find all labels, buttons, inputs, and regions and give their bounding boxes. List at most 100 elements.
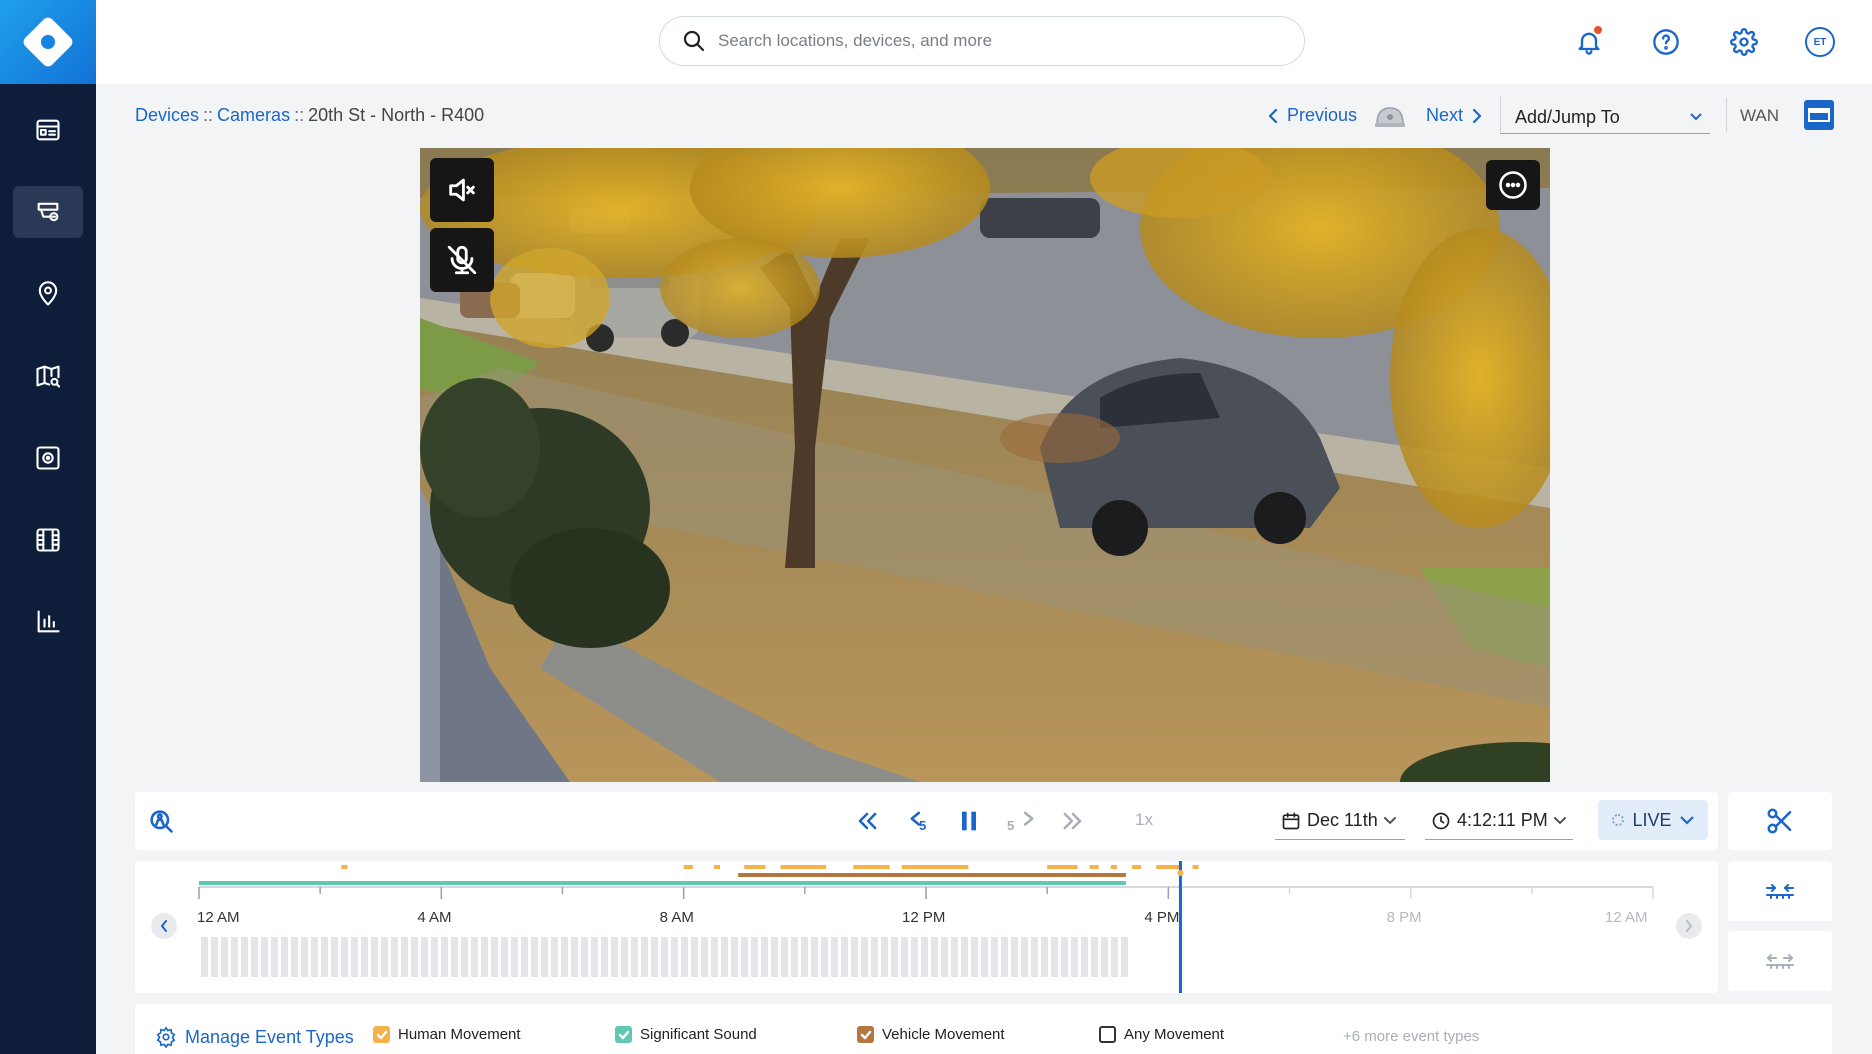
safe-icon bbox=[36, 446, 60, 470]
recording-bar bbox=[391, 937, 398, 977]
recording-bar bbox=[861, 937, 868, 977]
more-event-types-link[interactable]: +6 more event types bbox=[1343, 1028, 1479, 1045]
recording-bar bbox=[701, 937, 708, 977]
recording-bar bbox=[831, 937, 838, 977]
recording-bar bbox=[881, 937, 888, 977]
zoom-out-timeline-button[interactable] bbox=[1728, 931, 1832, 991]
recording-bar bbox=[931, 937, 938, 977]
film-icon bbox=[36, 528, 60, 552]
timeline-track[interactable] bbox=[135, 861, 1718, 993]
skip-back-5-button[interactable]: 5 bbox=[903, 806, 937, 836]
time-picker[interactable]: 4:12:11 PM bbox=[1425, 802, 1573, 840]
video-options-button[interactable] bbox=[1486, 160, 1540, 210]
search-motion-button[interactable] bbox=[147, 806, 175, 836]
pause-button[interactable] bbox=[955, 806, 983, 836]
recording-bar bbox=[631, 937, 638, 977]
avatar: ET bbox=[1805, 27, 1835, 57]
event-filter-checkbox[interactable]: Vehicle Movement bbox=[857, 1026, 1005, 1043]
breadcrumb-separator: :: bbox=[203, 105, 214, 125]
timeline[interactable]: 12 AM 4 AM 8 AM 12 PM 4 PM 8 PM 12 AM bbox=[135, 861, 1718, 993]
time-value: 4:12:11 PM bbox=[1457, 810, 1548, 830]
fast-forward-button[interactable] bbox=[1059, 806, 1087, 836]
recording-bar bbox=[501, 937, 508, 977]
help-button[interactable] bbox=[1646, 22, 1686, 62]
recording-bar bbox=[1051, 937, 1058, 977]
settings-button[interactable] bbox=[1724, 22, 1764, 62]
sidebar-item-maps[interactable] bbox=[13, 350, 83, 402]
clip-button[interactable] bbox=[1728, 792, 1832, 850]
checkbox-checked-icon bbox=[373, 1026, 390, 1043]
recording-bar bbox=[621, 937, 628, 977]
recording-bar bbox=[1071, 937, 1078, 977]
jump-label: Add/Jump To bbox=[1515, 107, 1620, 127]
playback-speed[interactable]: 1x bbox=[1135, 810, 1153, 830]
event-filter-label: Significant Sound bbox=[640, 1026, 757, 1043]
recording-bar bbox=[651, 937, 658, 977]
next-device-link[interactable]: Next bbox=[1426, 105, 1483, 126]
recording-bar bbox=[741, 937, 748, 977]
recording-bar bbox=[821, 937, 828, 977]
sidebar-item-devices[interactable] bbox=[13, 186, 83, 238]
tick-label: 4 PM bbox=[1144, 909, 1180, 926]
add-jump-to-select[interactable]: Add/Jump To bbox=[1500, 96, 1710, 134]
recording-bar bbox=[961, 937, 968, 977]
sidebar-item-locations[interactable] bbox=[13, 268, 83, 320]
recording-bar bbox=[471, 937, 478, 977]
recording-bar bbox=[221, 937, 228, 977]
recording-bar bbox=[451, 937, 458, 977]
rewind-button[interactable] bbox=[853, 806, 881, 836]
recording-bar bbox=[481, 937, 488, 977]
recording-bar bbox=[781, 937, 788, 977]
recording-bar bbox=[681, 937, 688, 977]
breadcrumb-cameras[interactable]: Cameras bbox=[217, 105, 290, 125]
event-filter-checkbox[interactable]: Significant Sound bbox=[615, 1026, 757, 1043]
recording-bar bbox=[991, 937, 998, 977]
search-box[interactable] bbox=[659, 16, 1305, 66]
skip-forward-5-button[interactable]: 5 bbox=[1007, 806, 1041, 836]
live-button[interactable]: LIVE bbox=[1598, 800, 1708, 840]
recording-bar bbox=[1041, 937, 1048, 977]
recording-bar bbox=[251, 937, 258, 977]
recording-bar bbox=[671, 937, 678, 977]
previous-device-link[interactable]: Previous bbox=[1267, 105, 1357, 126]
recording-bar bbox=[1061, 937, 1068, 977]
chevron-down-icon bbox=[1383, 816, 1396, 824]
recording-bar bbox=[721, 937, 728, 977]
sidebar-item-access[interactable] bbox=[13, 432, 83, 484]
playhead-marker bbox=[1177, 870, 1184, 876]
recording-bar bbox=[891, 937, 898, 977]
recording-bar bbox=[791, 937, 798, 977]
camera-video-feed[interactable] bbox=[420, 148, 1550, 782]
user-menu-button[interactable]: ET bbox=[1800, 22, 1840, 62]
sidebar-item-footage[interactable] bbox=[13, 514, 83, 566]
breadcrumb-devices[interactable]: Devices bbox=[135, 105, 199, 125]
playback-controls: 5 5 1x Dec 11th 4:12:11 PM LIVE bbox=[135, 792, 1718, 850]
recording-bar bbox=[511, 937, 518, 977]
checkbox-checked-icon bbox=[857, 1026, 874, 1043]
previous-label: Previous bbox=[1287, 105, 1358, 125]
sidebar-item-reports[interactable] bbox=[13, 596, 83, 648]
double-chevron-left-icon bbox=[858, 812, 877, 830]
manage-event-types-link[interactable]: Manage Event Types bbox=[155, 1026, 354, 1048]
recording-bar bbox=[531, 937, 538, 977]
recording-bar bbox=[301, 937, 308, 977]
sidebar-item-dashboard[interactable] bbox=[13, 104, 83, 156]
microphone-muted-button[interactable] bbox=[430, 228, 494, 292]
date-picker[interactable]: Dec 11th bbox=[1275, 802, 1405, 840]
notifications-button[interactable] bbox=[1569, 22, 1609, 62]
search-input[interactable] bbox=[718, 31, 1278, 51]
event-filter-checkbox[interactable]: Any Movement bbox=[1099, 1026, 1224, 1043]
event-filter-label: Any Movement bbox=[1124, 1026, 1225, 1043]
map-search-icon bbox=[36, 365, 61, 388]
tick-label: 8 AM bbox=[659, 909, 694, 926]
zoom-in-timeline-button[interactable] bbox=[1728, 861, 1832, 921]
mute-audio-button[interactable] bbox=[430, 158, 494, 222]
event-filter-checkbox[interactable]: Human Movement bbox=[373, 1026, 521, 1043]
recording-bar bbox=[771, 937, 778, 977]
recording-bar bbox=[441, 937, 448, 977]
recording-bar bbox=[811, 937, 818, 977]
skip-back-label: 5 bbox=[919, 818, 927, 833]
recording-bar bbox=[1121, 937, 1128, 977]
scissors-icon bbox=[1767, 808, 1792, 834]
app-logo[interactable] bbox=[0, 0, 96, 84]
